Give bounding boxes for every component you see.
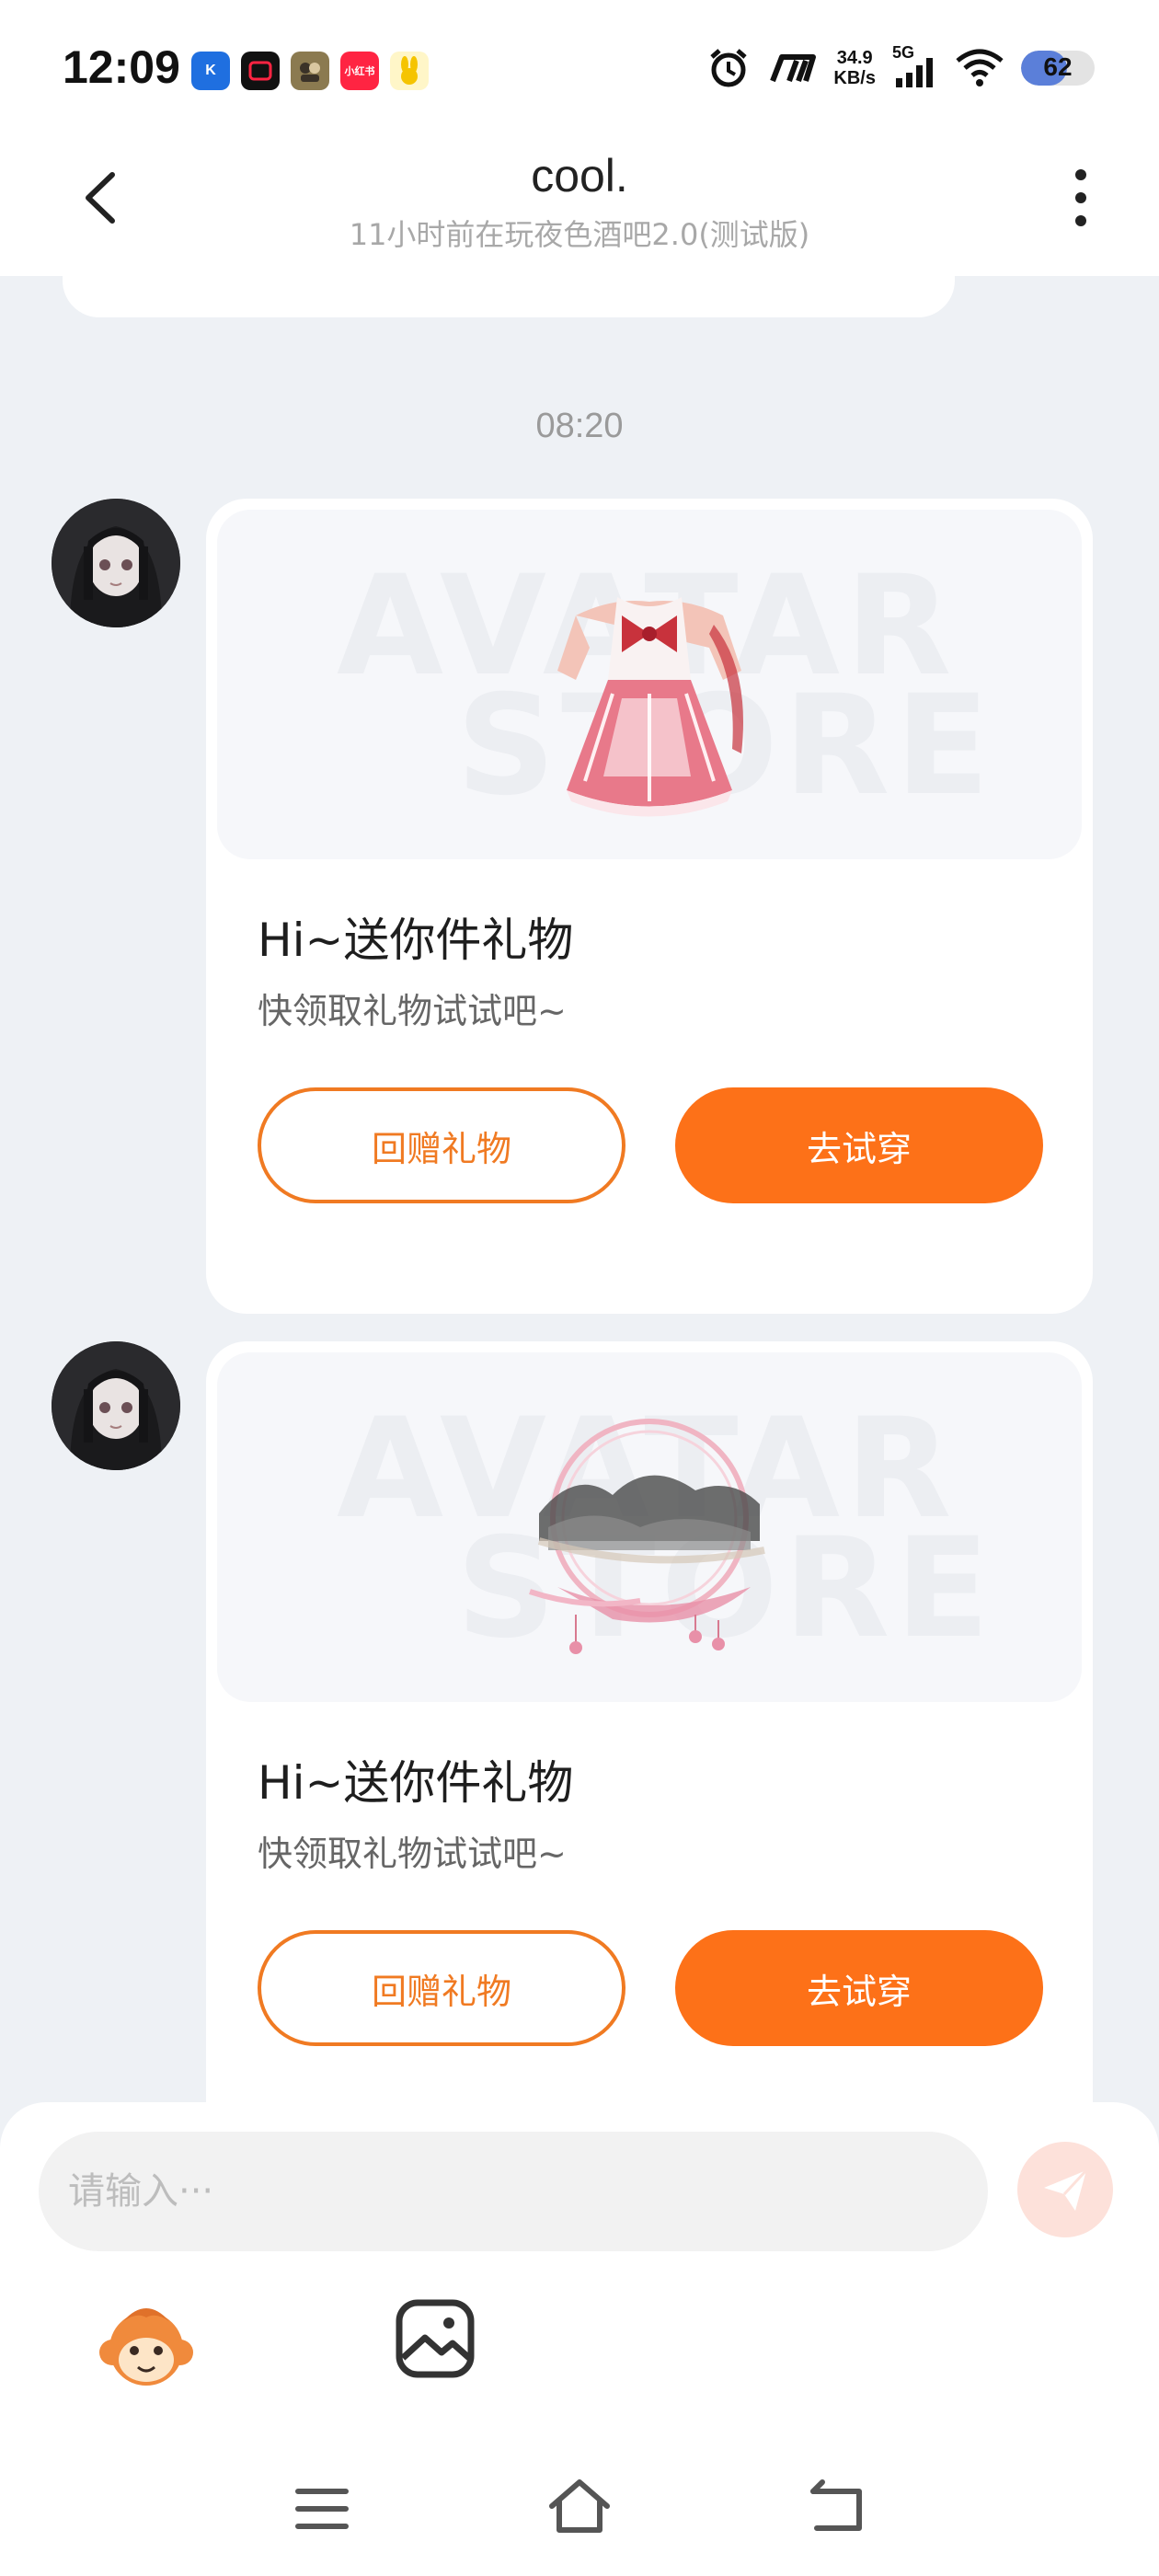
try-on-button[interactable]: 去试穿 [675, 1087, 1043, 1203]
title-bar: cool. 11小时前在玩夜色酒吧2.0(测试版) [0, 138, 1159, 276]
gift-description: 快领取礼物试试吧~ [258, 1834, 567, 1874]
gift-image: AVATAR STORE [217, 1352, 1082, 1702]
status-app-icons: K 小红书 [191, 52, 429, 90]
menu-icon [295, 2489, 349, 2529]
try-on-button[interactable]: 去试穿 [675, 1930, 1043, 2046]
chat-area[interactable]: 08:20 AVATAR STORE [0, 276, 1159, 2107]
gift-title: Hi~送你件礼物 [258, 1756, 574, 1810]
send-button[interactable] [1017, 2142, 1113, 2237]
gift-description: 快领取礼物试试吧~ [258, 991, 567, 1031]
gift-card: AVATAR STORE Hi~送你件礼物 快领取礼物试试吧~ 回赠礼物 [206, 499, 1093, 1314]
send-icon [1044, 2168, 1088, 2211]
avatar[interactable] [52, 499, 180, 627]
status-time: 12:09 [63, 41, 180, 93]
carrier-logo-icon [770, 54, 817, 83]
xiaohongshu-app-icon: 小红书 [340, 52, 379, 90]
alarm-icon [710, 49, 748, 87]
ink-frame-icon [529, 1419, 765, 1654]
wifi-icon [956, 49, 1004, 86]
net-speed: 34.9 KB/s [833, 48, 876, 88]
message-timestamp: 08:20 [535, 407, 624, 445]
nav-home-button[interactable] [546, 2477, 613, 2536]
dress-icon [557, 597, 743, 817]
nav-back-button[interactable] [808, 2478, 866, 2536]
more-vertical-icon [1075, 169, 1086, 226]
return-gift-button[interactable]: 回赠礼物 [258, 1930, 625, 2046]
return-icon [810, 2479, 862, 2531]
status-bar: 12:09 K 小红书 34.9 KB/s 5G 62 [0, 0, 1159, 138]
more-options-button[interactable] [1067, 166, 1095, 230]
emoji-button[interactable] [96, 2295, 197, 2397]
message-input[interactable] [39, 2132, 988, 2251]
image-icon [396, 2299, 475, 2378]
image-button[interactable] [394, 2297, 476, 2380]
gift-card: AVATAR STORE Hi~送你件礼物 快领取礼物试试吧~ 回赠礼物 去试穿 [206, 1341, 1093, 2107]
nav-menu-button[interactable] [294, 2486, 350, 2532]
gift-image: AVATAR STORE [217, 510, 1082, 859]
video-app-icon [241, 52, 280, 90]
gift-title: Hi~送你件礼物 [258, 914, 574, 967]
signal-icon: 5G [892, 43, 938, 89]
monkey-mascot-icon [99, 2308, 193, 2386]
battery-indicator: 62 [1021, 51, 1095, 86]
return-gift-button[interactable]: 回赠礼物 [258, 1087, 625, 1203]
contact-name: cool. [531, 150, 628, 201]
k-app-icon: K [191, 52, 230, 90]
home-icon [549, 2479, 610, 2533]
rabbit-app-icon [390, 52, 429, 90]
contact-status: 11小时前在玩夜色酒吧2.0(测试版) [349, 217, 810, 252]
game-app-icon [291, 52, 329, 90]
status-right: 34.9 KB/s 5G 62 [706, 43, 1095, 90]
avatar[interactable] [52, 1341, 180, 1470]
previous-message-card [63, 276, 955, 317]
